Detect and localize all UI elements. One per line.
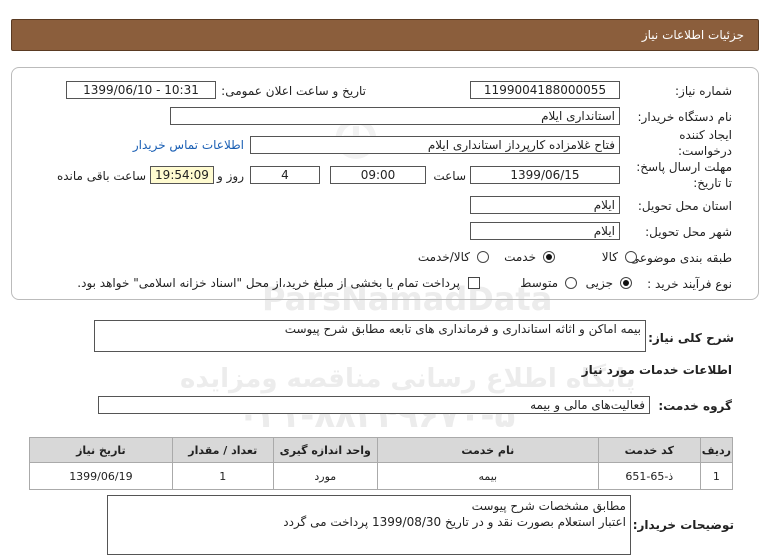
city-label: شهر محل تحویل:: [645, 225, 732, 239]
cell-row-number: 1: [699, 462, 734, 490]
column-header-need-date: تاریخ نیاز: [29, 437, 173, 463]
process-option-minor: جزیی: [585, 276, 613, 290]
summary-label: شرح کلی نیاز:: [648, 331, 734, 345]
remaining-time-field: 19:54:09: [150, 166, 214, 184]
column-header-unit: واحد اندازه گیری: [272, 437, 378, 463]
category-option-goods-service: کالا/خدمت: [417, 250, 470, 264]
cell-quantity: 1: [171, 462, 274, 490]
summary-field: بیمه اماکن و اثاثه استانداری و فرمانداری…: [94, 320, 646, 352]
services-section-title: اطلاعات خدمات مورد نیاز: [581, 363, 732, 377]
buyer-contact-link[interactable]: اطلاعات تماس خریدار: [133, 138, 244, 152]
process-radio-minor[interactable]: [620, 277, 632, 289]
buyer-org-field: استانداری ایلام: [170, 107, 620, 125]
column-header-service-name: نام خدمت: [376, 437, 599, 463]
deadline-date-field: 1399/06/15: [470, 166, 620, 184]
buyer-org-label: نام دستگاه خریدار:: [637, 110, 733, 124]
buyer-notes-field: مطابق مشخصات شرح پیوست اعتبار استعلام بص…: [107, 495, 631, 555]
deadline-label-line-1: مهلت ارسال پاسخ:: [636, 160, 732, 174]
remaining-days-label: روز و: [217, 169, 244, 183]
column-header-service-code: کد خدمت: [597, 437, 701, 463]
province-field: ایلام: [470, 196, 620, 214]
purchase-process-label: نوع فرآیند خرید :: [647, 277, 732, 291]
services-table-header-row: ردیف کد خدمت نام خدمت واحد اندازه گیری ت…: [29, 437, 734, 463]
cell-service-code: ذ-65-651: [597, 462, 701, 490]
cell-need-date: 1399/06/19: [29, 462, 173, 490]
buyer-notes-label: توضیحات خریدار:: [632, 518, 734, 532]
table-row: 1 ذ-65-651 بیمه مورد 1 1399/06/19: [29, 462, 734, 490]
creator-label-line-2: درخواست:: [678, 144, 732, 158]
column-header-row-number: ردیف: [699, 437, 734, 463]
buyer-notes-line-2: اعتبار استعلام بصورت نقد و در تاریخ 1399…: [283, 515, 626, 529]
creator-field: فتاح غلامزاده کارپرداز استانداری ایلام: [250, 136, 620, 154]
remaining-time-label: ساعت باقی مانده: [56, 169, 146, 183]
buyer-notes-line-1: مطابق مشخصات شرح پیوست: [471, 499, 626, 513]
category-label: طبقه بندی موضوعی:: [625, 251, 732, 265]
deadline-time-label: ساعت: [433, 169, 466, 183]
cell-unit: مورد: [272, 462, 378, 490]
announce-datetime-field: 1399/06/10 - 10:31: [66, 81, 216, 99]
deadline-label-line-2: تا تاریخ:: [693, 176, 732, 190]
service-group-label: گروه خدمت:: [658, 399, 732, 413]
category-radio-goods[interactable]: [625, 251, 637, 263]
service-group-field: فعالیت‌های مالی و بیمه: [98, 396, 650, 414]
page-title: جزئیات اطلاعات نیاز: [641, 28, 744, 42]
process-radio-medium[interactable]: [565, 277, 577, 289]
category-radio-goods-service[interactable]: [477, 251, 489, 263]
city-field: ایلام: [470, 222, 620, 240]
creator-label-line-1: ایجاد کننده: [679, 128, 732, 142]
need-number-label: شماره نیاز:: [675, 84, 732, 98]
province-label: استان محل تحویل:: [637, 199, 732, 213]
category-radio-service[interactable]: [543, 251, 555, 263]
need-number-field: 1199004188000055: [470, 81, 620, 99]
cell-service-name: بیمه: [376, 462, 599, 490]
remaining-days-field: 4: [250, 166, 320, 184]
services-table: ردیف کد خدمت نام خدمت واحد اندازه گیری ت…: [29, 437, 734, 490]
announce-datetime-label: تاریخ و ساعت اعلان عمومی:: [221, 84, 366, 98]
treasury-payment-note: پرداخت تمام یا بخشی از مبلغ خرید،از محل …: [77, 276, 460, 290]
page-header: جزئیات اطلاعات نیاز: [11, 19, 759, 51]
category-option-goods: کالا: [601, 250, 618, 264]
column-header-quantity: تعداد / مقدار: [171, 437, 274, 463]
deadline-time-field: 09:00: [330, 166, 426, 184]
category-option-service: خدمت: [504, 250, 536, 264]
process-option-medium: متوسط: [520, 276, 558, 290]
treasury-payment-checkbox[interactable]: [468, 277, 480, 289]
watermark-line-3: پایگاه اطلاع رسانی مناقصه ومزایده: [180, 364, 636, 394]
